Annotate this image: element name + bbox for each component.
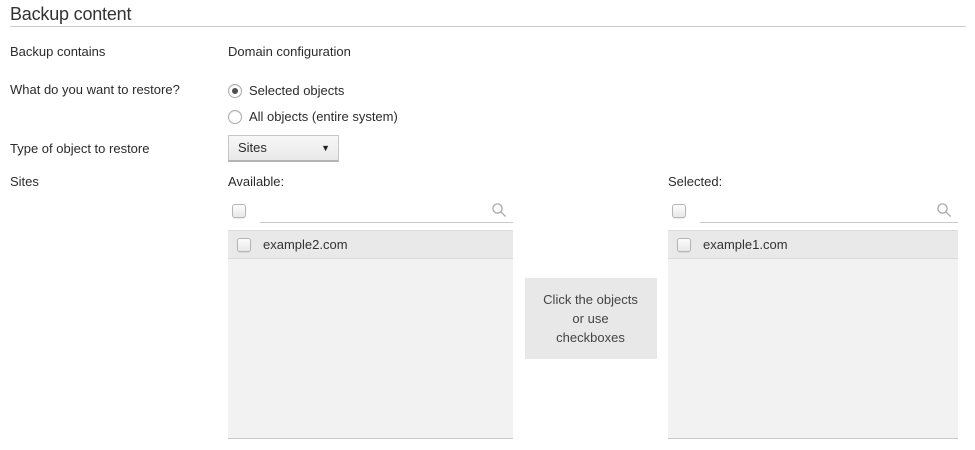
selected-item-checkbox[interactable] xyxy=(677,238,691,252)
list-item[interactable]: example1.com xyxy=(668,230,958,259)
backup-contains-value: Domain configuration xyxy=(228,44,966,60)
object-type-select-value: Sites xyxy=(238,140,267,156)
transfer-hint: Click the objects or use checkboxes xyxy=(525,278,657,359)
radio-option-label: Selected objects xyxy=(249,83,344,99)
list-item[interactable]: example2.com xyxy=(228,230,513,259)
object-type-label: Type of object to restore xyxy=(10,141,228,157)
backup-content-page: Backup content Backup contains Domain co… xyxy=(0,0,975,439)
restore-scope-options: Selected objects All objects (entire sys… xyxy=(228,82,966,126)
restore-option-all-objects[interactable]: All objects (entire system) xyxy=(228,108,966,126)
sites-row: Sites Available: xyxy=(10,174,966,439)
selected-objects-radio[interactable] xyxy=(228,84,242,98)
radio-option-label: All objects (entire system) xyxy=(249,109,398,125)
selected-list: example1.com xyxy=(668,230,958,439)
selected-search-input[interactable] xyxy=(700,198,958,223)
selected-select-all-checkbox[interactable] xyxy=(672,204,686,218)
object-type-select[interactable]: Sites ▼ xyxy=(228,135,339,162)
all-objects-radio[interactable] xyxy=(228,110,242,124)
sites-label: Sites xyxy=(10,174,228,190)
available-item-checkbox[interactable] xyxy=(237,238,251,252)
transfer-hint-line: or use xyxy=(572,309,608,328)
selected-column: Selected: xyxy=(668,174,958,439)
available-item-label: example2.com xyxy=(263,237,348,253)
restore-option-selected-objects[interactable]: Selected objects xyxy=(228,82,966,100)
transfer-hint-line: Click the objects xyxy=(543,290,638,309)
selected-title: Selected: xyxy=(668,174,958,189)
selected-item-label: example1.com xyxy=(703,237,788,253)
restore-scope-label: What do you want to restore? xyxy=(10,82,228,98)
search-icon xyxy=(936,202,952,222)
available-title: Available: xyxy=(228,174,513,189)
sites-dual-list: Available: xyxy=(228,174,966,439)
available-select-all-checkbox[interactable] xyxy=(232,204,246,218)
object-type-row: Type of object to restore Sites ▼ xyxy=(10,135,966,162)
available-search-input[interactable] xyxy=(260,198,513,223)
backup-contains-row: Backup contains Domain configuration xyxy=(10,44,966,60)
restore-scope-row: What do you want to restore? Selected ob… xyxy=(10,82,966,126)
backup-contains-label: Backup contains xyxy=(10,44,228,60)
search-icon xyxy=(491,202,507,222)
page-title: Backup content xyxy=(10,0,966,27)
available-column: Available: xyxy=(228,174,513,439)
dropdown-arrow-icon: ▼ xyxy=(321,144,330,153)
transfer-hint-column: Click the objects or use checkboxes xyxy=(513,174,668,439)
available-list: example2.com xyxy=(228,230,513,439)
transfer-hint-line: checkboxes xyxy=(556,328,625,347)
restore-form: Backup contains Domain configuration Wha… xyxy=(0,44,975,439)
selected-search-row xyxy=(668,198,958,224)
available-search-row xyxy=(228,198,513,224)
